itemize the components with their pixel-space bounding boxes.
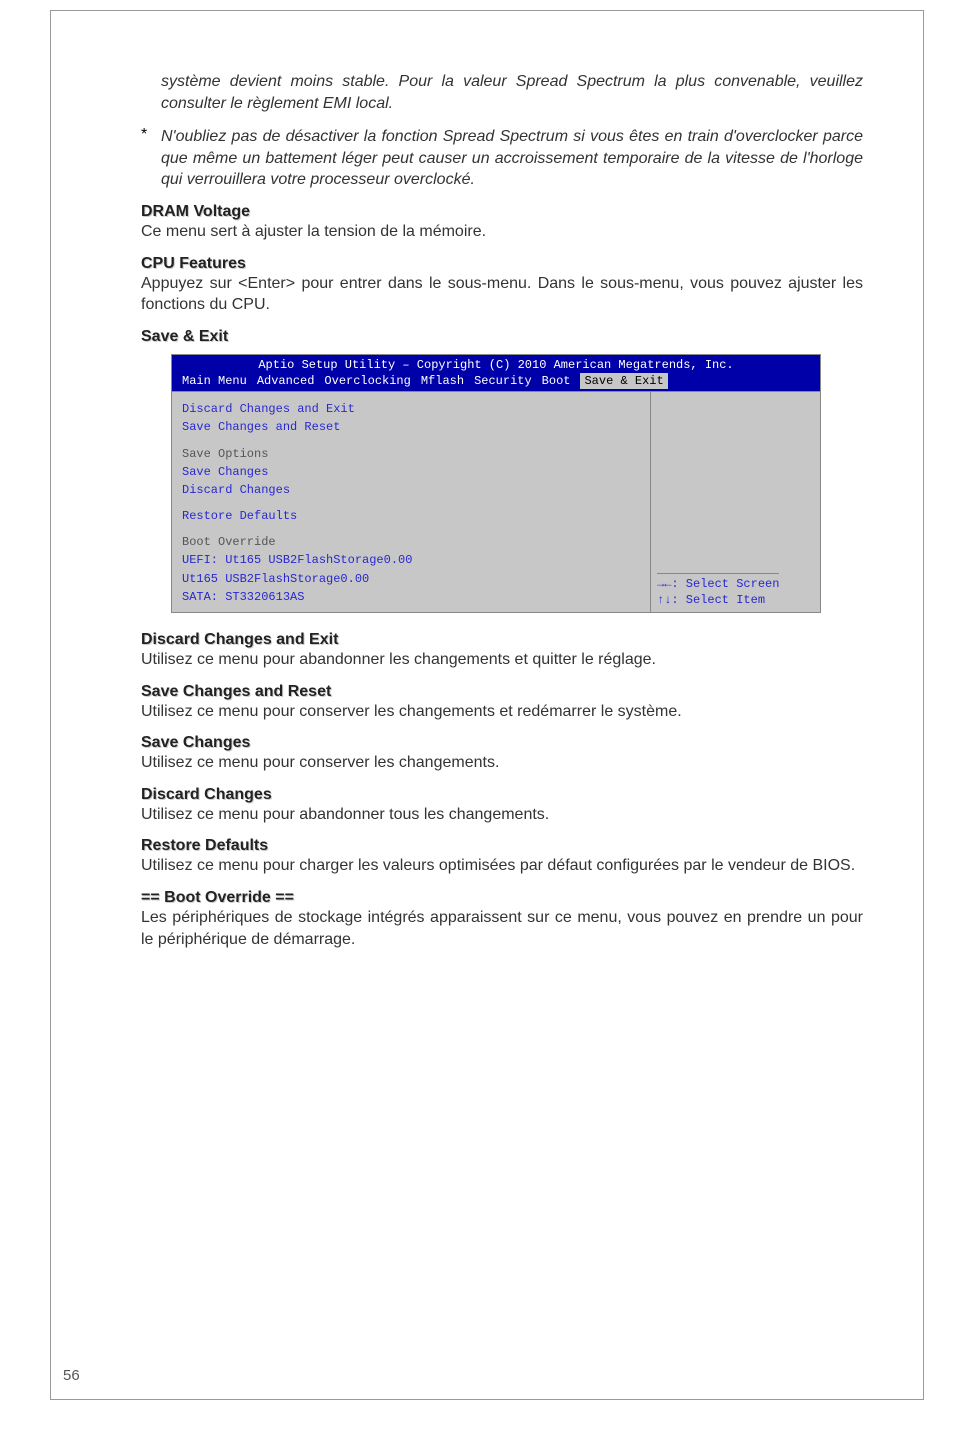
bios-help-pane: →←: Select Screen ↑↓: Select Item xyxy=(650,392,820,612)
heading-save-changes: Save Changes xyxy=(141,734,863,752)
bios-header: Aptio Setup Utility – Copyright (C) 2010… xyxy=(172,355,820,391)
bios-tab-main: Main Menu xyxy=(182,373,247,389)
heading-cpu-features: CPU Features xyxy=(141,255,863,273)
paragraph-cpu-features: Appuyez sur <Enter> pour entrer dans le … xyxy=(141,273,863,316)
bios-body: Discard Changes and Exit Save Changes an… xyxy=(172,391,820,612)
bios-item-boot-override: Boot Override xyxy=(182,533,640,551)
bios-item-restore-defaults: Restore Defaults xyxy=(182,507,640,525)
paragraph-restore-defaults: Utilisez ce menu pour charger les valeur… xyxy=(141,855,863,877)
bios-item-discard-changes: Discard Changes xyxy=(182,481,640,499)
bios-tab-overclocking: Overclocking xyxy=(324,373,410,389)
paragraph-discard-changes-exit: Utilisez ce menu pour abandonner les cha… xyxy=(141,649,863,671)
bios-tab-advanced: Advanced xyxy=(257,373,315,389)
bios-item-sata: SATA: ST3320613AS xyxy=(182,588,640,606)
bios-tab-security: Security xyxy=(474,373,532,389)
bios-help-line-2: ↑↓: Select Item xyxy=(657,592,779,608)
bios-item-save-options: Save Options xyxy=(182,445,640,463)
page-number: 56 xyxy=(63,1367,80,1384)
bios-tab-mflash: Mflash xyxy=(421,373,464,389)
bios-title: Aptio Setup Utility – Copyright (C) 2010… xyxy=(178,357,814,373)
heading-save-changes-reset: Save Changes and Reset xyxy=(141,683,863,701)
paragraph-discard-changes: Utilisez ce menu pour abandonner tous le… xyxy=(141,804,863,826)
bios-item-uefi-usb: UEFI: Ut165 USB2FlashStorage0.00 xyxy=(182,551,640,569)
bios-item-save-changes: Save Changes xyxy=(182,463,640,481)
heading-restore-defaults: Restore Defaults xyxy=(141,837,863,855)
page-frame: système devient moins stable. Pour la va… xyxy=(50,10,924,1400)
bullet-marker: * xyxy=(141,126,153,191)
content-block: système devient moins stable. Pour la va… xyxy=(141,71,863,950)
bios-menu-left: Discard Changes and Exit Save Changes an… xyxy=(172,392,650,612)
heading-boot-override: == Boot Override == xyxy=(141,889,863,907)
paragraph-save-changes-reset: Utilisez ce menu pour conserver les chan… xyxy=(141,701,863,723)
paragraph-intro-continued: système devient moins stable. Pour la va… xyxy=(161,71,863,114)
heading-save-exit: Save & Exit xyxy=(141,328,863,346)
bios-help-line-1: →←: Select Screen xyxy=(657,573,779,592)
bullet-text: N'oubliez pas de désactiver la fonction … xyxy=(161,126,863,191)
paragraph-boot-override: Les périphériques de stockage intégrés a… xyxy=(141,907,863,950)
heading-discard-changes-exit: Discard Changes and Exit xyxy=(141,631,863,649)
bios-tab-save-exit: Save & Exit xyxy=(580,373,667,389)
bios-tab-boot: Boot xyxy=(542,373,571,389)
bullet-item: * N'oubliez pas de désactiver la fonctio… xyxy=(141,126,863,191)
bios-item-discard-exit: Discard Changes and Exit xyxy=(182,400,640,418)
bios-item-usb: Ut165 USB2FlashStorage0.00 xyxy=(182,570,640,588)
heading-dram-voltage: DRAM Voltage xyxy=(141,203,863,221)
paragraph-save-changes: Utilisez ce menu pour conserver les chan… xyxy=(141,752,863,774)
bios-item-save-reset: Save Changes and Reset xyxy=(182,418,640,436)
bios-help-text: →←: Select Screen ↑↓: Select Item xyxy=(657,571,779,608)
bios-tab-row: Main Menu Advanced Overclocking Mflash S… xyxy=(178,373,814,389)
heading-discard-changes: Discard Changes xyxy=(141,786,863,804)
paragraph-dram-voltage: Ce menu sert à ajuster la tension de la … xyxy=(141,221,863,243)
bios-screenshot: Aptio Setup Utility – Copyright (C) 2010… xyxy=(171,354,821,613)
